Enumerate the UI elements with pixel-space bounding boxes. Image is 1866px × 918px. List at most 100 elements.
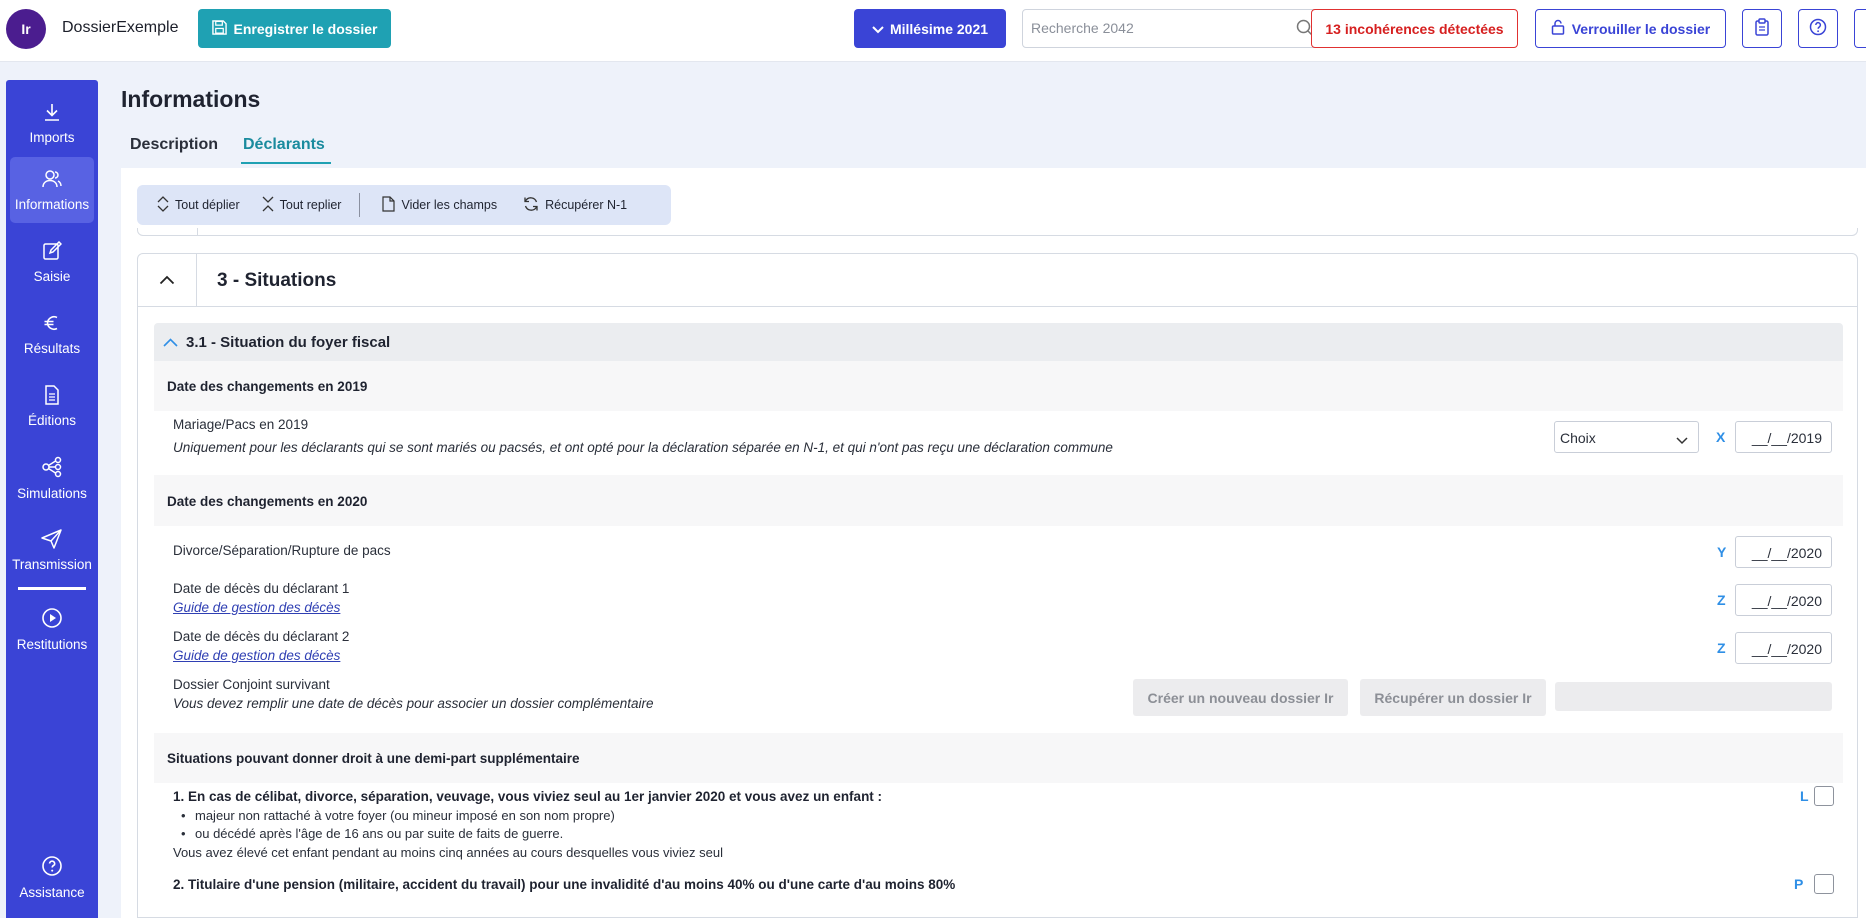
demi-part-item1-note: Vous avez élevé cet enfant pendant au mo… [173,845,723,860]
subsection-title: 3.1 - Situation du foyer fiscal [186,334,391,351]
clipboard-button[interactable] [1742,9,1782,48]
people-icon [41,169,63,192]
sidebar-item-label: Résultats [23,340,81,356]
bullet-dot: • [181,808,186,823]
refresh-icon [523,196,539,215]
sidebar-item-informations[interactable]: Informations [10,157,94,223]
sidebar-item-label: Imports [29,129,75,145]
demi-part-item1-bullet1: majeur non rattaché à votre foyer (ou mi… [195,808,615,823]
page-title: Informations [121,86,261,112]
sidebar-item-simulations[interactable]: Simulations [10,445,94,511]
sidebar-item-editions[interactable]: Éditions [10,373,94,439]
expand-all-button[interactable]: Tout déplier [137,185,256,225]
send-icon [41,528,63,552]
conjoint-label: Dossier Conjoint survivant [173,677,330,692]
deces2-date-input[interactable]: __/__/2020 [1735,632,1832,664]
recover-dossier-button[interactable]: Récupérer un dossier Ir [1360,679,1546,716]
select-value: Choix [1560,430,1596,446]
deces1-date-input[interactable]: __/__/2020 [1735,584,1832,616]
collapse-all-button[interactable]: Tout replier [256,185,358,225]
play-icon [41,607,63,632]
year-label: Millésime 2021 [889,20,989,37]
lock-icon [1551,19,1565,38]
subsection-header[interactable]: 3.1 - Situation du foyer fiscal [154,323,1843,361]
demi-part-item2-title: 2. Titulaire d'une pension (militaire, a… [173,877,956,892]
search-input[interactable] [1031,20,1281,36]
app-logo[interactable]: Ir [6,9,46,49]
sidebar-item-label: Informations [14,196,90,212]
expand-all-label: Tout déplier [175,198,240,212]
more-button-cut[interactable] [1854,9,1866,48]
lock-dossier-button[interactable]: Verrouiller le dossier [1535,9,1726,48]
sidebar-item-label: Assistance [19,884,85,900]
year-selector-button[interactable]: Millésime 2021 [854,9,1006,48]
sidebar-item-label: Saisie [33,268,71,284]
demi-part-item1-bullet2: ou décédé après l'âge de 16 ans ou par s… [195,826,564,841]
deces2-guide-link[interactable]: Guide de gestion des décès [173,648,340,663]
deces1-label: Date de décès du déclarant 1 [173,581,350,596]
divorce-date-input[interactable]: __/__/2020 [1735,536,1832,568]
demi-part-item2-checkbox[interactable] [1814,874,1834,894]
box-letter-z: Z [1717,640,1726,656]
group-header-2020: Date des changements en 2020 [154,475,1843,526]
linked-dossier-field[interactable] [1555,682,1832,711]
help-icon [41,855,63,880]
deces1-guide-link[interactable]: Guide de gestion des décès [173,600,340,615]
sidebar-item-label: Transmission [12,556,92,572]
group-title-2020: Date des changements en 2020 [167,494,368,509]
sidebar-item-restitutions[interactable]: Restitutions [10,596,94,662]
mariage-label: Mariage/Pacs en 2019 [173,417,309,432]
document-icon [43,384,61,408]
collapse-all-label: Tout replier [279,198,342,212]
recover-n1-label: Récupérer N-1 [545,198,628,212]
help-button[interactable] [1798,9,1838,48]
chevron-down-icon [1676,432,1688,448]
create-dossier-button[interactable]: Créer un nouveau dossier Ir [1133,679,1348,716]
chevron-up-icon [159,273,175,288]
sidebar-item-imports[interactable]: Imports [10,90,94,156]
edit-icon [42,240,63,264]
sidebar-item-transmission[interactable]: Transmission [10,517,94,583]
demi-part-item1-title: 1. En cas de célibat, divorce, séparatio… [173,789,883,804]
section-header: 3 - Situations [138,254,1857,307]
sidebar-item-label: Restitutions [16,636,88,652]
section-title: 3 - Situations [217,270,337,291]
sidebar-item-assistance[interactable]: Assistance [10,844,94,910]
download-icon [42,102,62,125]
box-letter-l: L [1800,788,1809,804]
tab-description[interactable]: Description [130,136,218,162]
blank-page-icon [382,195,396,215]
group-header-demi-part: Situations pouvant donner droit à une de… [154,733,1843,783]
subsection-foyer-fiscal: 3.1 - Situation du foyer fiscal Date des… [154,323,1843,918]
clear-fields-button[interactable]: Vider les champs [362,185,513,225]
mariage-date-input[interactable]: __/__/2019 [1735,421,1832,453]
chevron-up-icon [163,335,178,350]
clipboard-icon [1754,18,1770,39]
sidebar-item-saisie[interactable]: Saisie [10,229,94,295]
divorce-label: Divorce/Séparation/Rupture de pacs [173,543,391,558]
previous-section-edge [137,228,1858,236]
top-bar: Ir DossierExemple Enregistrer le dossier… [0,0,1866,62]
group-title-2019: Date des changements en 2019 [167,379,368,394]
mariage-note: Uniquement pour les déclarants qui se so… [173,440,1113,455]
clear-fields-label: Vider les champs [401,198,498,212]
demi-part-item1-checkbox[interactable] [1814,786,1834,806]
recover-n1-button[interactable]: Récupérer N-1 [513,185,643,225]
collapse-icon [262,196,274,215]
save-dossier-button[interactable]: Enregistrer le dossier [198,9,391,48]
network-icon [41,456,63,481]
sidebar-item-label: Éditions [27,412,77,428]
sidebar-item-resultats[interactable]: Résultats [10,301,94,367]
conjoint-note: Vous devez remplir une date de décès pou… [173,696,654,711]
mariage-choice-select[interactable]: Choix [1554,421,1699,453]
dossier-name: DossierExemple [62,19,179,36]
toolbar-divider [359,193,361,217]
tab-declarants[interactable]: Déclarants [241,136,331,164]
deces2-label: Date de décès du déclarant 2 [173,629,350,644]
section-collapse-toggle[interactable] [138,254,197,307]
action-toolbar: Tout déplier Tout replier Vider les cham… [137,185,671,225]
lock-dossier-label: Verrouiller le dossier [1571,20,1711,37]
incoherences-button[interactable]: 13 incohérences détectées [1311,9,1518,48]
question-icon [1809,18,1827,39]
group-header-2019: Date des changements en 2019 [154,361,1843,411]
